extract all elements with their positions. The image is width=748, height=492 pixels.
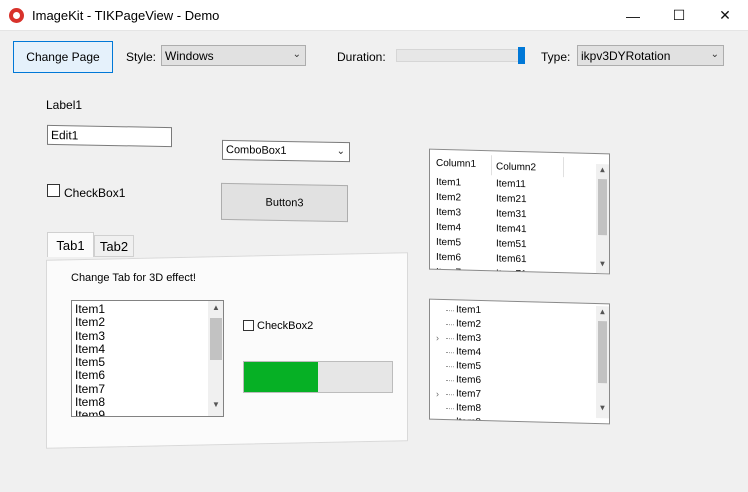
combobox1-select[interactable]: ComboBox1 ⌄ xyxy=(222,139,350,163)
title-bar: ImageKit - TIKPageView - Demo — ☐ ✕ xyxy=(0,0,748,31)
tree-view[interactable]: Item1 Item2 › Item3 Item4 Item5 Item6 › Item7 Ite… xyxy=(429,298,610,425)
list-item[interactable]: Item2 xyxy=(72,315,223,329)
table-cell: Item7 xyxy=(436,266,462,275)
tree-item-label: Item1 xyxy=(456,304,482,316)
style-select-value: Windows xyxy=(165,48,214,63)
chevron-up-icon[interactable]: ▲ xyxy=(596,307,609,321)
tree-connector xyxy=(446,351,454,353)
tree-item-label: Item9 xyxy=(456,416,482,425)
tree-item-label: Item7 xyxy=(456,388,482,400)
combobox1-value: ComboBox1 xyxy=(226,143,287,158)
tree-connector xyxy=(446,323,454,325)
tree-connector xyxy=(446,407,454,409)
list-item[interactable]: Item8 xyxy=(72,395,223,409)
tab-tab1[interactable]: Tab1 xyxy=(47,232,94,257)
duration-label: Duration: xyxy=(337,50,386,64)
checkbox1-label: CheckBox1 xyxy=(64,186,126,200)
list-item[interactable]: Item5 xyxy=(72,355,223,369)
tree-connector xyxy=(446,393,454,395)
app-logo-icon xyxy=(9,8,24,23)
close-button[interactable]: ✕ xyxy=(702,0,748,31)
checkbox1[interactable] xyxy=(47,184,60,197)
checkbox2[interactable] xyxy=(243,320,254,331)
listview-scroll-thumb[interactable] xyxy=(598,179,607,236)
style-select[interactable]: Windows ⌄ xyxy=(161,45,306,66)
chevron-down-icon[interactable]: ▼ xyxy=(208,400,223,414)
change-page-button[interactable]: Change Page xyxy=(13,41,113,73)
style-label: Style: xyxy=(126,50,157,64)
column-divider xyxy=(563,157,564,178)
tree-item-label: Item8 xyxy=(456,402,482,414)
duration-slider-thumb[interactable] xyxy=(518,47,525,64)
maximize-button[interactable]: ☐ xyxy=(656,0,702,31)
list-item[interactable]: Item3 xyxy=(72,329,223,343)
tree-connector xyxy=(446,379,454,381)
list-view[interactable]: Column1 Column2 Item1 Item11 Item2 Item21 It… xyxy=(429,148,610,275)
chevron-up-icon[interactable]: ▲ xyxy=(596,165,609,179)
listbox-scroll-thumb[interactable] xyxy=(210,318,222,360)
table-cell: Item5 xyxy=(436,236,462,249)
window-title: ImageKit - TIKPageView - Demo xyxy=(32,8,220,23)
treeview-scroll-thumb[interactable] xyxy=(598,321,607,384)
minimize-button[interactable]: — xyxy=(610,0,656,31)
treeview-scrollbar[interactable]: ▲ ▼ xyxy=(596,306,609,419)
tree-connector xyxy=(446,365,454,367)
tree-connector xyxy=(446,421,454,423)
chevron-down-icon: ⌄ xyxy=(710,49,719,60)
list-item[interactable]: Item1 xyxy=(72,302,223,316)
column-header-1[interactable]: Column1 xyxy=(436,158,476,170)
table-cell: Item1 xyxy=(436,176,462,189)
tree-item-label: Item2 xyxy=(456,318,482,330)
progress-bar-fill xyxy=(244,362,318,392)
tree-item-label: Item6 xyxy=(456,374,482,386)
listbox-scrollbar[interactable]: ▲ ▼ xyxy=(208,301,223,416)
table-cell: Item71 xyxy=(496,268,527,275)
button3[interactable]: Button3 xyxy=(221,182,348,223)
listbox[interactable]: Item1 Item2 Item3 Item4 Item5 Item6 Item7 Item8… xyxy=(71,300,224,417)
chevron-down-icon: ⌄ xyxy=(292,49,301,60)
progress-bar xyxy=(243,361,393,393)
listview-scrollbar[interactable]: ▲ ▼ xyxy=(596,164,609,275)
list-item[interactable]: Item9 xyxy=(72,409,223,416)
table-cell: Item6 xyxy=(436,251,462,264)
tree-item-label: Item3 xyxy=(456,332,482,344)
tree-item-label: Item4 xyxy=(456,346,482,358)
type-select[interactable]: ikpv3DYRotation ⌄ xyxy=(577,45,724,66)
edit1-input[interactable]: Edit1 xyxy=(47,124,172,148)
checkbox2-label: CheckBox2 xyxy=(257,320,314,332)
list-item[interactable]: Item7 xyxy=(72,382,223,396)
column-divider xyxy=(491,155,492,176)
type-label: Type: xyxy=(541,50,571,64)
tree-item-label: Item5 xyxy=(456,360,482,372)
table-cell: Item3 xyxy=(436,206,462,219)
list-item[interactable]: Item4 xyxy=(72,342,223,356)
label1: Label1 xyxy=(46,98,83,112)
duration-slider[interactable] xyxy=(396,49,525,62)
chevron-down-icon: ⌄ xyxy=(336,145,345,158)
chevron-right-icon[interactable]: › xyxy=(436,387,446,401)
tree-connector xyxy=(446,309,454,311)
tab-hint-text: Change Tab for 3D effect! xyxy=(71,272,196,284)
chevron-down-icon[interactable]: ▼ xyxy=(596,259,609,273)
chevron-up-icon[interactable]: ▲ xyxy=(208,303,223,317)
tree-connector xyxy=(446,337,454,339)
type-select-value: ikpv3DYRotation xyxy=(581,48,671,63)
list-item[interactable]: Item6 xyxy=(72,369,223,383)
chevron-right-icon[interactable]: › xyxy=(436,331,446,345)
table-cell: Item4 xyxy=(436,221,462,234)
table-cell: Item2 xyxy=(436,191,462,204)
tab-tab2[interactable]: Tab2 xyxy=(94,235,134,257)
column-header-2[interactable]: Column2 xyxy=(496,161,536,173)
chevron-down-icon[interactable]: ▼ xyxy=(596,403,609,417)
